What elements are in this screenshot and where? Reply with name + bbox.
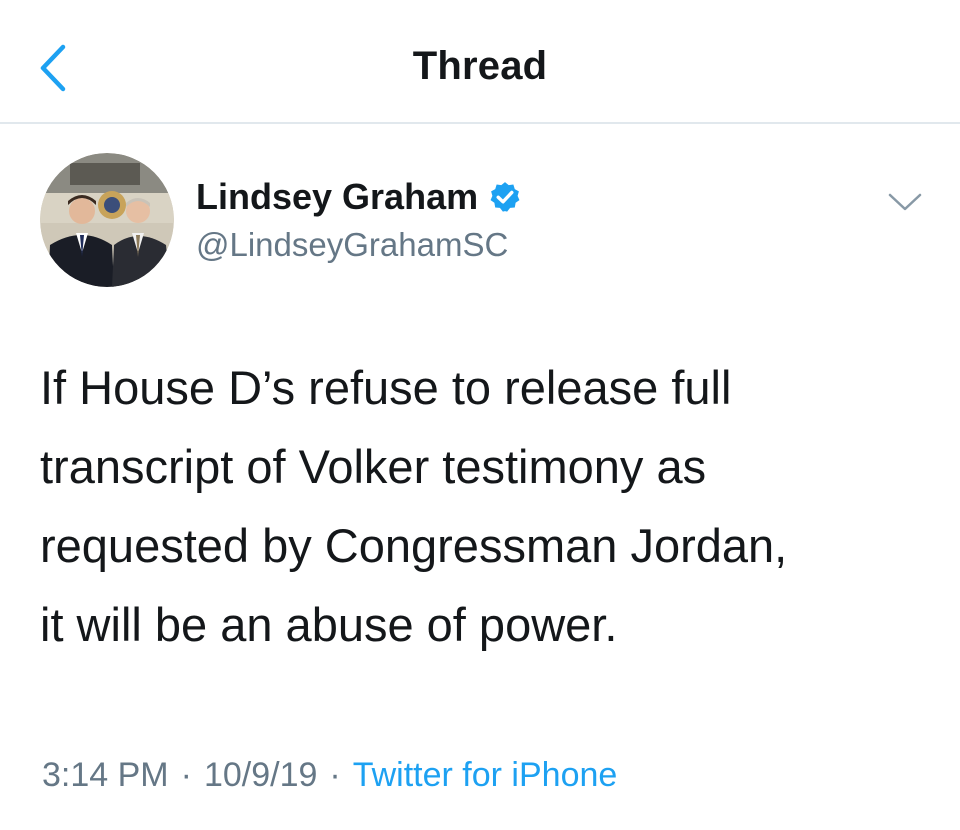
tweet-meta: 3:14 PM · 10/9/19 · Twitter for iPhone [42, 756, 617, 795]
author-handle[interactable]: @LindseyGrahamSC [196, 226, 508, 264]
chevron-down-icon [888, 193, 922, 211]
nav-header: Thread [0, 0, 960, 124]
author-name-text: Lindsey Graham [196, 176, 479, 217]
page-title: Thread [412, 44, 548, 88]
verified-badge-icon [490, 182, 520, 212]
tweet-time: 3:14 PM [42, 756, 169, 794]
avatar[interactable] [40, 153, 174, 287]
author-name[interactable]: Lindsey Graham [196, 176, 522, 218]
tweet-source-link[interactable]: Twitter for iPhone [353, 756, 618, 794]
meta-separator: · [180, 756, 192, 794]
meta-separator: · [329, 756, 341, 794]
tweet-thread-screen: Thread Lindsey Graham @LindseyGrahamSC I… [0, 0, 960, 830]
tweet-date: 10/9/19 [203, 756, 318, 794]
tweet-menu-button[interactable] [883, 187, 927, 217]
tweet-text: If House D’s refuse to release full tran… [40, 361, 788, 651]
